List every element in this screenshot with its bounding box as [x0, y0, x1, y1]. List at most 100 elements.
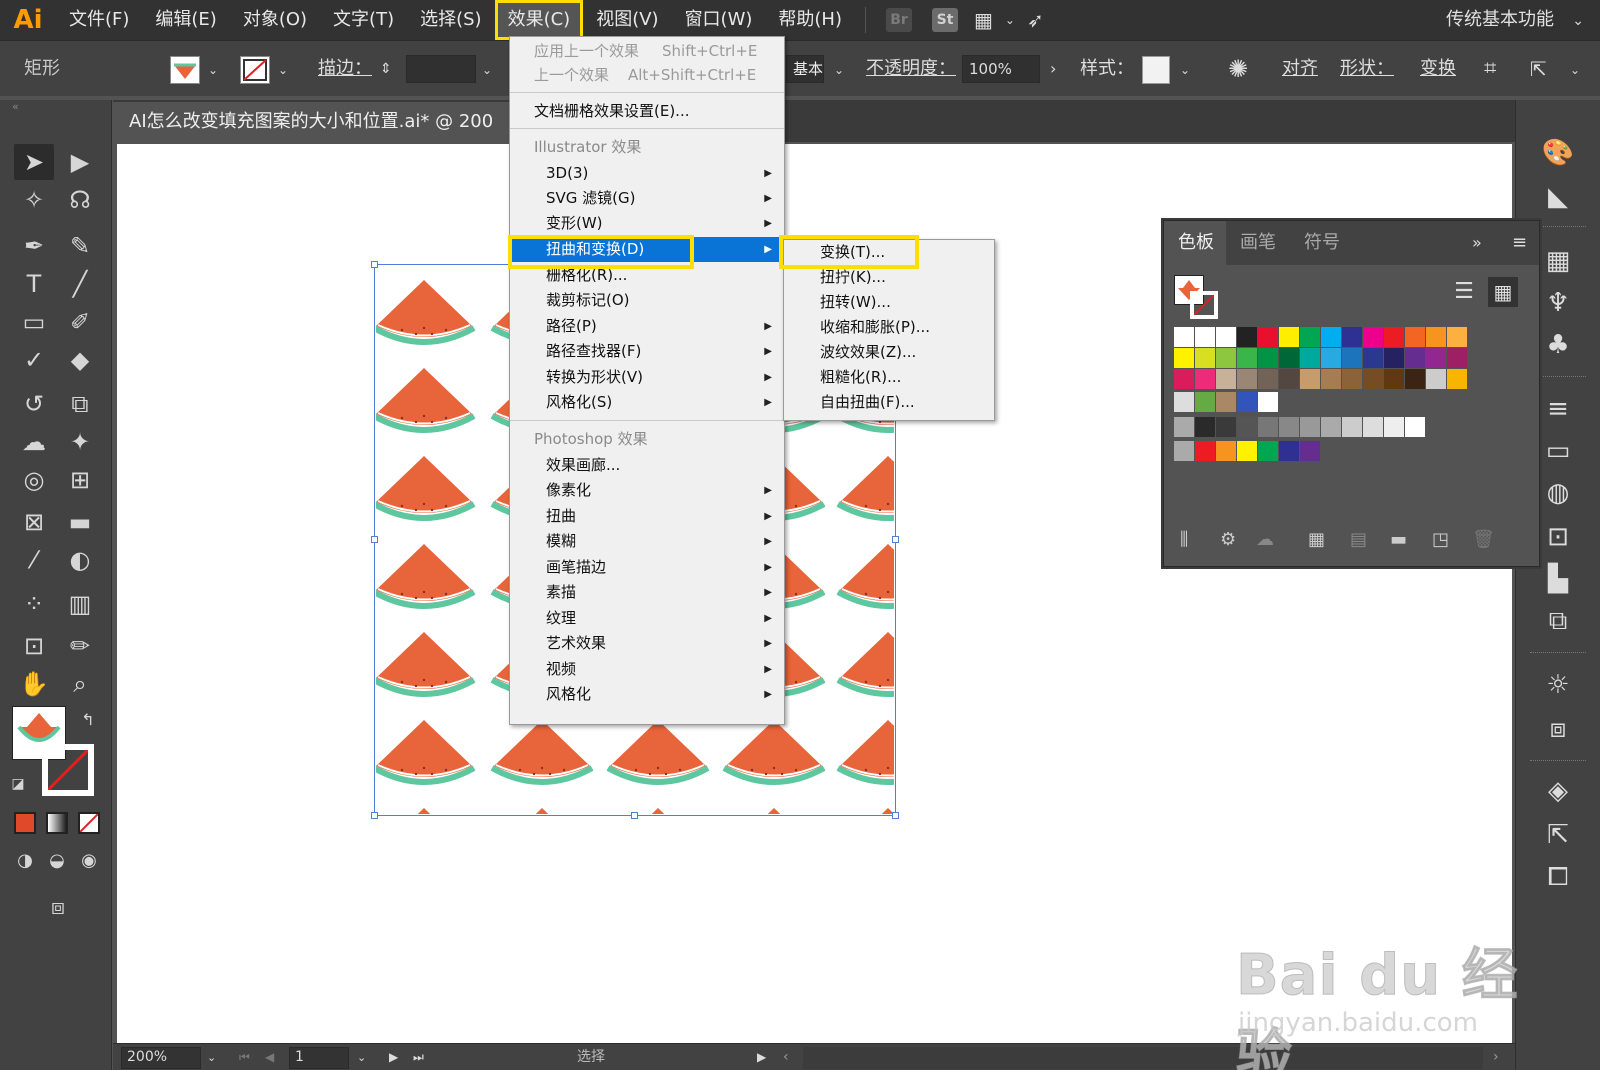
resize-handle[interactable] — [371, 261, 378, 268]
color-swatch[interactable] — [1405, 417, 1425, 437]
color-swatch[interactable] — [1279, 417, 1299, 437]
draw-inside-icon[interactable]: ◉ — [74, 848, 104, 874]
color-swatch[interactable] — [1237, 327, 1257, 347]
color-swatch[interactable] — [1216, 348, 1236, 368]
lasso-tool-icon[interactable]: ☊ — [60, 182, 100, 218]
artboards-panel-icon[interactable]: ⧠ — [1541, 860, 1575, 894]
menu-video[interactable]: 视频 ▶ — [510, 657, 784, 682]
recolor-artwork-icon[interactable]: ✺ — [1228, 41, 1248, 97]
color-swatch[interactable] — [1174, 392, 1194, 412]
tab-swatches[interactable]: 色板 — [1164, 221, 1226, 265]
graphic-styles-panel-icon[interactable]: ⧈ — [1541, 712, 1575, 746]
color-swatch[interactable] — [1195, 327, 1215, 347]
chevron-down-icon[interactable]: ⌄ — [1005, 13, 1015, 27]
slice-tool-icon[interactable]: ✏ — [60, 628, 100, 664]
color-swatch[interactable] — [1405, 348, 1425, 368]
menu-convert-to-shape[interactable]: 转换为形状(V) ▶ — [510, 365, 784, 390]
color-swatch[interactable] — [1237, 348, 1257, 368]
color-swatch[interactable] — [1363, 417, 1383, 437]
last-artboard-icon[interactable]: ⏭ — [413, 1044, 424, 1070]
align-panel-icon[interactable]: ▙ — [1541, 562, 1575, 596]
stock-button[interactable]: St — [932, 8, 958, 32]
submenu-free-distort[interactable]: 自由扭曲(F)... — [784, 390, 994, 415]
stroke-width-input[interactable] — [406, 55, 476, 83]
stroke-dropdown-icon[interactable]: ⌄ — [278, 41, 288, 97]
add-to-library-icon[interactable]: ⚙ — [1220, 529, 1236, 550]
scroll-left-icon[interactable]: ‹ — [783, 1044, 789, 1070]
color-swatch[interactable] — [1174, 348, 1194, 368]
arrange-documents-icon[interactable]: ▦ — [974, 8, 993, 32]
color-swatch[interactable] — [1216, 441, 1236, 461]
appearance-panel-icon[interactable]: ☼ — [1541, 668, 1575, 702]
magic-wand-tool-icon[interactable]: ✧ — [14, 182, 54, 218]
color-swatch[interactable] — [1321, 417, 1341, 437]
chevron-down-icon[interactable]: ⌄ — [1572, 0, 1584, 40]
color-swatch[interactable] — [1216, 392, 1236, 412]
selection-tool-icon[interactable]: ➤ — [14, 144, 54, 180]
color-swatch[interactable] — [1447, 327, 1467, 347]
transparency-panel-icon[interactable]: ◍ — [1541, 476, 1575, 510]
menu-pathfinder[interactable]: 路径查找器(F) ▶ — [510, 339, 784, 364]
color-swatch[interactable] — [1363, 369, 1383, 389]
scale-tool-icon[interactable]: ⧉ — [60, 386, 100, 422]
curvature-tool-icon[interactable]: ✎ — [60, 228, 100, 264]
menu-pixelate[interactable]: 像素化 ▶ — [510, 478, 784, 503]
color-panel-icon[interactable]: 🎨 — [1541, 136, 1575, 170]
direct-selection-tool-icon[interactable]: ▶ — [60, 144, 100, 180]
color-swatch[interactable] — [1279, 348, 1299, 368]
graphic-style-swatch[interactable] — [1142, 56, 1170, 84]
next-artboard-icon[interactable]: ▶ — [389, 1044, 398, 1070]
style-dropdown-icon[interactable]: ⌄ — [1180, 41, 1190, 97]
color-swatch[interactable] — [1426, 327, 1446, 347]
type-tool-icon[interactable]: T — [14, 266, 54, 302]
resize-handle[interactable] — [371, 536, 378, 543]
color-mode-button[interactable] — [14, 812, 36, 834]
opacity-input[interactable]: 100% — [962, 55, 1040, 83]
submenu-zig-zag[interactable]: 波纹效果(Z)... — [784, 340, 994, 365]
color-swatch[interactable] — [1258, 348, 1278, 368]
color-swatch[interactable] — [1300, 417, 1320, 437]
stroke-label[interactable]: 描边： — [318, 41, 372, 97]
screen-mode-icon[interactable]: ⧈ — [38, 890, 78, 926]
new-color-group-icon[interactable]: ▬ — [1390, 529, 1407, 550]
align-link[interactable]: 对齐 — [1282, 41, 1318, 97]
chevron-right-icon[interactable]: › — [1050, 41, 1056, 97]
new-swatch-icon[interactable]: ◳ — [1432, 529, 1449, 550]
artboard-dropdown-icon[interactable]: ⌄ — [357, 1044, 366, 1070]
shape-link[interactable]: 形状： — [1340, 41, 1394, 97]
color-swatch[interactable] — [1279, 369, 1299, 389]
default-fill-stroke-icon[interactable]: ◪ — [6, 766, 30, 802]
color-swatch[interactable] — [1426, 348, 1446, 368]
color-swatch[interactable] — [1216, 417, 1236, 437]
none-mode-button[interactable] — [78, 812, 100, 834]
color-swatch[interactable] — [1195, 392, 1215, 412]
menu-crop-marks[interactable]: 裁剪标记(O) — [510, 288, 784, 313]
swap-fill-stroke-icon[interactable]: ↰ — [76, 702, 100, 738]
grid-view-icon[interactable]: ▦ — [1488, 277, 1518, 307]
menu-sketch[interactable]: 素描 ▶ — [510, 580, 784, 605]
color-swatch[interactable] — [1300, 369, 1320, 389]
swatch-options-icon[interactable]: ▤ — [1350, 529, 1367, 550]
chevron-down-icon[interactable]: ⌄ — [1570, 41, 1580, 97]
hand-tool-icon[interactable]: ✋ — [14, 666, 54, 702]
expand-panel-icon[interactable]: » — [1472, 221, 1482, 265]
status-menu-icon[interactable]: ▶ — [757, 1044, 766, 1070]
color-swatch[interactable] — [1195, 369, 1215, 389]
color-swatch[interactable] — [1384, 348, 1404, 368]
color-swatch[interactable] — [1216, 369, 1236, 389]
fill-dropdown-icon[interactable]: ⌄ — [208, 41, 218, 97]
color-swatch[interactable] — [1321, 348, 1341, 368]
color-swatch[interactable] — [1174, 441, 1194, 461]
color-swatch[interactable] — [1174, 417, 1194, 437]
color-swatch[interactable] — [1258, 441, 1278, 461]
menu-artistic[interactable]: 艺术效果 ▶ — [510, 631, 784, 656]
color-swatch[interactable] — [1342, 327, 1362, 347]
tab-symbols[interactable]: 符号 — [1304, 221, 1340, 265]
resize-handle[interactable] — [892, 536, 899, 543]
color-swatch[interactable] — [1384, 417, 1404, 437]
zoom-tool-icon[interactable]: ⌕ — [60, 666, 100, 702]
cloud-icon[interactable]: ☁ — [1256, 529, 1274, 550]
menu-select[interactable]: 选择(S) — [407, 0, 494, 40]
menu-brush-strokes[interactable]: 画笔描边 ▶ — [510, 555, 784, 580]
first-artboard-icon[interactable]: ⏮ — [239, 1044, 250, 1070]
